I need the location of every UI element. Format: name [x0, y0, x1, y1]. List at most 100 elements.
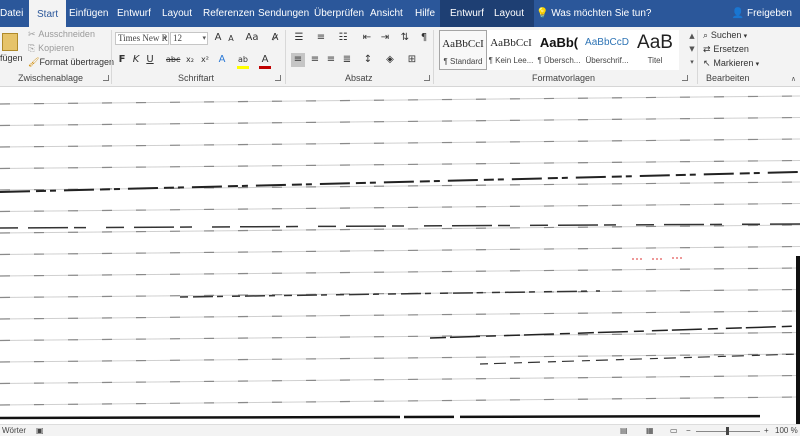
clear-formatting-icon[interactable]: A̷ [268, 31, 282, 45]
styles-group-label: Formatvorlagen [532, 73, 596, 83]
style-name: ¶ Übersch... [537, 56, 581, 65]
sort-icon[interactable]: ⇅ [398, 31, 412, 45]
tab-referenzen[interactable]: Referenzen [203, 0, 255, 27]
style-sample: AaBbCcD [585, 37, 629, 48]
style-sample: AaBbCcI [442, 38, 484, 50]
copy-label: Kopieren [38, 43, 75, 53]
increase-indent-icon[interactable]: ⇥ [378, 31, 392, 45]
tab-sendungen[interactable]: Sendungen [258, 0, 309, 27]
style-name: ¶ Standard [443, 57, 483, 66]
decrease-indent-icon[interactable]: ⇤ [360, 31, 374, 45]
ruled-line [0, 414, 800, 420]
format-painter-button[interactable]: 🖌Format übertragen [28, 57, 114, 68]
change-case-button[interactable]: Aa [244, 31, 260, 45]
bullets-icon[interactable]: ☰ [290, 31, 308, 45]
tab-einfügen[interactable]: Einfügen [69, 0, 108, 27]
replace-icon: ⇄ [703, 45, 714, 55]
print-layout-icon[interactable]: ▦ [646, 426, 654, 435]
editing-group-label: Bearbeiten [706, 73, 750, 83]
font-group-label: Schriftart [178, 73, 215, 83]
tab-entwurf[interactable]: Entwurf [117, 0, 151, 27]
share-label: Freigeben [746, 8, 792, 19]
style-gallery-item[interactable]: AaBb(¶ Übersch... [535, 30, 583, 70]
shading-icon[interactable]: ◈ [382, 53, 398, 67]
font-color-button[interactable]: A [259, 53, 271, 67]
show-formatting-button[interactable]: ¶ [418, 31, 430, 45]
tab-hilfe[interactable]: Hilfe [415, 0, 435, 27]
tell-me-box[interactable]: 💡 Was möchten Sie tun? [536, 0, 651, 27]
align-left-icon[interactable]: ≡ [291, 53, 305, 67]
ribbon-separator [285, 30, 286, 84]
borders-icon[interactable]: ⊞ [404, 53, 420, 67]
find-button[interactable]: ⌕ Suchen ▾ [703, 30, 747, 41]
document-scan-lines [0, 95, 800, 424]
find-label: Suchen [710, 30, 742, 40]
zoom-in-button[interactable]: + [764, 426, 769, 435]
ribbon: fügen ✂ Ausschneiden ⎘ Kopieren 🖌Format … [0, 27, 800, 87]
tab-start[interactable]: Start [29, 0, 67, 27]
text-effects-button[interactable]: A [216, 53, 228, 67]
highlight-button[interactable]: ab [236, 53, 250, 67]
style-sample: AaB [637, 32, 673, 53]
clipboard-dialog-launcher[interactable] [103, 75, 109, 81]
italic-button[interactable]: K [131, 53, 141, 67]
brush-icon: 🖌 [28, 58, 40, 68]
underline-button[interactable]: U [145, 53, 155, 67]
align-center-icon[interactable]: ≡ [308, 53, 322, 67]
lightbulb-icon: 💡 [536, 8, 549, 19]
justify-icon[interactable]: ≣ [340, 53, 354, 67]
tab-überprüfen[interactable]: Überprüfen [314, 0, 364, 27]
copy-button[interactable]: ⎘ Kopieren [28, 43, 74, 54]
document-canvas[interactable] [0, 88, 800, 424]
replace-button[interactable]: ⇄ Ersetzen [703, 44, 749, 55]
numbering-icon[interactable]: ≡ [312, 31, 330, 45]
superscript-button[interactable]: x² [199, 53, 211, 67]
select-label: Markieren [713, 58, 754, 68]
select-button[interactable]: ↖ Markieren ▾ [703, 58, 759, 69]
chevron-down-icon: ▾ [163, 34, 167, 42]
style-gallery-item[interactable]: AaBbCcI ¶ Standard [439, 30, 487, 70]
zoom-level[interactable]: 100 % [775, 426, 798, 435]
align-right-icon[interactable]: ≡ [324, 53, 338, 67]
ribbon-tab-bar: Datei Start Einfügen Entwurf Layout Referenze… [0, 0, 800, 27]
paragraph-dialog-launcher[interactable] [424, 75, 430, 81]
paste-icon[interactable] [2, 33, 18, 51]
cursor-icon: ↖ [703, 59, 714, 69]
word-count[interactable]: Wörter [2, 426, 26, 435]
style-name: Titel [647, 56, 663, 65]
font-name-value: Times New R [118, 33, 168, 43]
strikethrough-button[interactable]: abc [166, 53, 180, 67]
share-button[interactable]: 👤 Freigeben [732, 0, 792, 27]
style-gallery-item[interactable]: AaBbCcI ¶ Kein Lee... [487, 30, 535, 70]
format-painter-label: Format übertragen [39, 57, 114, 67]
shrink-font-button[interactable]: A [226, 32, 236, 46]
style-gallery-item[interactable]: AaB Titel [631, 30, 679, 70]
collapse-ribbon-icon[interactable]: ∧ [791, 75, 796, 83]
font-name-select[interactable]: Times New R ▾ [115, 32, 169, 45]
chevron-down-icon: ▾ [753, 60, 760, 68]
grow-font-button[interactable]: A [212, 31, 224, 45]
cut-button[interactable]: ✂ Ausschneiden [28, 29, 95, 40]
zoom-slider-thumb[interactable] [726, 427, 729, 435]
proofing-icon[interactable]: ▣ [36, 426, 44, 435]
font-size-select[interactable]: 12 ▾ [170, 32, 208, 45]
chevron-down-icon: ▾ [741, 32, 748, 40]
paste-button[interactable]: fügen [0, 53, 23, 63]
font-dialog-launcher[interactable] [275, 75, 281, 81]
person-icon: 👤 [731, 8, 745, 19]
tab-datei[interactable]: Datei [0, 0, 23, 27]
bold-button[interactable]: F [117, 53, 127, 67]
subscript-button[interactable]: x₂ [184, 53, 196, 67]
style-gallery-item[interactable]: AaBbCcD Überschrif... [583, 30, 631, 70]
chevron-down-icon: ▾ [202, 34, 206, 42]
read-mode-icon[interactable]: ▤ [620, 426, 628, 435]
line-spacing-icon[interactable]: ↕ [360, 53, 376, 67]
tell-me-text: Was möchten Sie tun? [551, 8, 652, 19]
tab-context-layout[interactable]: Layout [484, 0, 535, 27]
zoom-out-button[interactable]: − [686, 426, 691, 435]
multilevel-list-icon[interactable]: ☷ [334, 31, 352, 45]
tab-ansicht[interactable]: Ansicht [370, 0, 403, 27]
tab-layout[interactable]: Layout [162, 0, 192, 27]
web-layout-icon[interactable]: ▭ [670, 426, 678, 435]
styles-dialog-launcher[interactable] [682, 75, 688, 81]
